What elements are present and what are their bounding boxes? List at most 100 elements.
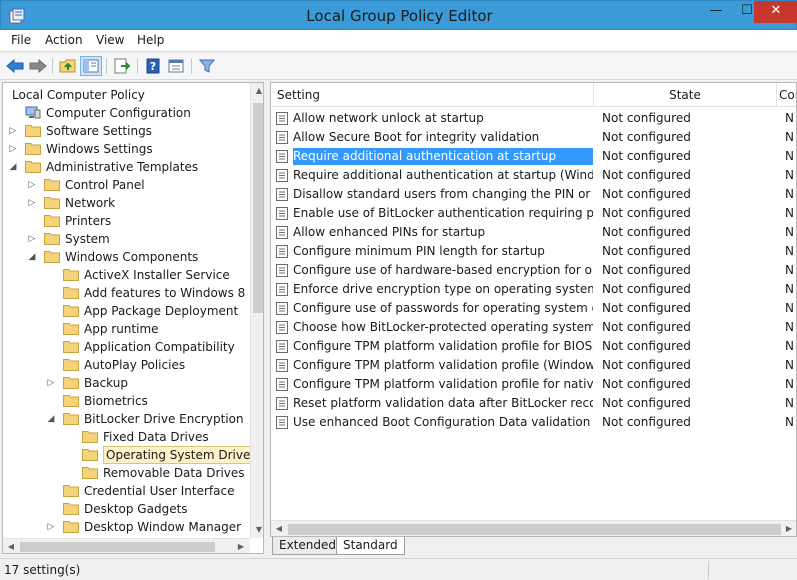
tree-item[interactable]: Desktop Gadgets bbox=[3, 500, 248, 518]
tree-item-label: Control Panel bbox=[65, 178, 145, 192]
state-cell: Not configured bbox=[602, 225, 691, 239]
collapsed-arrow-icon[interactable]: ▷ bbox=[46, 521, 56, 533]
tree-item[interactable]: Operating System Drives bbox=[3, 446, 260, 464]
console-tree-pane[interactable]: Local Computer Policy Computer Configurat… bbox=[2, 82, 264, 554]
expanded-arrow-icon[interactable]: ◢ bbox=[27, 251, 37, 263]
table-row[interactable]: Enforce drive encryption type on operati… bbox=[271, 280, 796, 299]
comment-cell: N bbox=[785, 130, 794, 144]
scroll-down-arrow-icon[interactable]: ▼ bbox=[251, 522, 263, 538]
tree-item[interactable]: ▷ System bbox=[3, 230, 248, 248]
minimize-button[interactable]: — bbox=[701, 1, 731, 23]
table-row[interactable]: Use enhanced Boot Configuration Data val… bbox=[271, 413, 796, 432]
scroll-left-arrow-icon[interactable]: ◀ bbox=[271, 521, 287, 536]
tree-item[interactable]: ▷ Control Panel bbox=[3, 176, 248, 194]
table-row[interactable]: Configure use of hardware-based encrypti… bbox=[271, 261, 796, 280]
policy-setting-icon bbox=[276, 207, 288, 220]
tree-vertical-scrollbar[interactable]: ▲ ▼ bbox=[250, 83, 263, 538]
table-row[interactable]: Configure use of passwords for operating… bbox=[271, 299, 796, 318]
collapsed-arrow-icon[interactable]: ▷ bbox=[27, 233, 37, 245]
tree-item-label: Network bbox=[65, 196, 116, 210]
scroll-right-arrow-icon[interactable]: ▶ bbox=[233, 539, 249, 553]
scroll-up-arrow-icon[interactable]: ▲ bbox=[251, 83, 263, 99]
policy-setting-icon bbox=[276, 264, 288, 277]
tree-item[interactable]: App runtime bbox=[3, 320, 248, 338]
tree-item[interactable]: Credential User Interface bbox=[3, 482, 248, 500]
state-cell: Not configured bbox=[602, 339, 691, 353]
menu-action[interactable]: Action bbox=[45, 33, 83, 47]
tree-item[interactable]: ▷ Software Settings bbox=[3, 122, 248, 140]
tree-item-label: Operating System Drives bbox=[103, 446, 260, 464]
tree-item[interactable]: AutoPlay Policies bbox=[3, 356, 248, 374]
tree-item[interactable]: ◢ Administrative Templates bbox=[3, 158, 248, 176]
tree-item[interactable]: ▷ Backup bbox=[3, 374, 248, 392]
tree-item[interactable]: Fixed Data Drives bbox=[3, 428, 248, 446]
scroll-right-arrow-icon[interactable]: ▶ bbox=[781, 521, 796, 536]
table-row[interactable]: Configure TPM platform validation profil… bbox=[271, 337, 796, 356]
tab-standard[interactable]: Standard bbox=[336, 537, 405, 555]
table-row[interactable]: Allow network unlock at startup Not confi… bbox=[271, 109, 796, 128]
tree-item[interactable]: Application Compatibility bbox=[3, 338, 248, 356]
table-row[interactable]: Require additional authentication at sta… bbox=[271, 147, 796, 166]
table-row[interactable]: Disallow standard users from changing th… bbox=[271, 185, 796, 204]
forward-button[interactable] bbox=[27, 56, 49, 76]
column-header-comment[interactable]: Comm bbox=[777, 83, 796, 107]
tree-item[interactable]: ◢ BitLocker Drive Encryption bbox=[3, 410, 248, 428]
tree-item[interactable]: ▷ Network bbox=[3, 194, 248, 212]
menu-file[interactable]: File bbox=[11, 33, 31, 47]
expanded-arrow-icon[interactable]: ◢ bbox=[8, 161, 18, 173]
collapsed-arrow-icon[interactable]: ▷ bbox=[27, 197, 37, 209]
export-list-button[interactable] bbox=[111, 56, 133, 76]
tree-item[interactable]: Computer Configuration bbox=[3, 104, 248, 122]
filter-icon bbox=[199, 59, 215, 73]
table-row[interactable]: Configure TPM platform validation profil… bbox=[271, 356, 796, 375]
expanded-arrow-icon[interactable]: ◢ bbox=[46, 413, 56, 425]
tab-extended[interactable]: Extended bbox=[272, 537, 343, 555]
tree-item[interactable]: Removable Data Drives bbox=[3, 464, 248, 482]
collapsed-arrow-icon[interactable]: ▷ bbox=[8, 125, 18, 137]
tree-item[interactable]: ActiveX Installer Service bbox=[3, 266, 248, 284]
forward-arrow-icon bbox=[29, 59, 47, 73]
help-icon: ? bbox=[146, 58, 160, 74]
properties-button[interactable] bbox=[165, 56, 187, 76]
back-button[interactable] bbox=[4, 56, 26, 76]
collapsed-arrow-icon[interactable]: ▷ bbox=[27, 179, 37, 191]
tree-item[interactable]: ▷ Desktop Window Manager bbox=[3, 518, 248, 536]
list-horizontal-scrollbar[interactable]: ◀ ▶ bbox=[271, 520, 796, 536]
table-row[interactable]: Configure minimum PIN length for startup… bbox=[271, 242, 796, 261]
menu-view[interactable]: View bbox=[96, 33, 124, 47]
tree-item[interactable]: ◢ Windows Components bbox=[3, 248, 248, 266]
tree-item[interactable]: Add features to Windows 8 bbox=[3, 284, 248, 302]
table-row[interactable]: Reset platform validation data after Bit… bbox=[271, 394, 796, 413]
column-header-state[interactable]: State bbox=[594, 83, 777, 107]
scroll-left-arrow-icon[interactable]: ◀ bbox=[3, 539, 19, 553]
tree-item[interactable]: Local Computer Policy bbox=[3, 86, 248, 104]
tree-item[interactable]: App Package Deployment bbox=[3, 302, 248, 320]
menu-help[interactable]: Help bbox=[137, 33, 164, 47]
tree-item[interactable]: Printers bbox=[3, 212, 248, 230]
show-hide-console-tree-button[interactable] bbox=[80, 56, 102, 76]
collapsed-arrow-icon[interactable]: ▷ bbox=[8, 143, 18, 155]
close-button[interactable]: ✕ bbox=[754, 1, 797, 23]
tree-vertical-scroll-thumb[interactable] bbox=[253, 103, 263, 313]
filter-button[interactable] bbox=[196, 56, 218, 76]
folder-icon bbox=[63, 359, 79, 371]
table-row[interactable]: Configure TPM platform validation profil… bbox=[271, 375, 796, 394]
up-one-level-button[interactable] bbox=[57, 56, 79, 76]
collapsed-arrow-icon[interactable]: ▷ bbox=[46, 377, 56, 389]
tree-item[interactable]: Biometrics bbox=[3, 392, 248, 410]
table-row[interactable]: Require additional authentication at sta… bbox=[271, 166, 796, 185]
table-row[interactable]: Allow enhanced PINs for startup Not confi… bbox=[271, 223, 796, 242]
list-horizontal-scroll-thumb[interactable] bbox=[288, 524, 781, 535]
help-button[interactable]: ? bbox=[142, 56, 164, 76]
comment-cell: N bbox=[785, 244, 794, 258]
table-row[interactable]: Allow Secure Boot for integrity validati… bbox=[271, 128, 796, 147]
table-row[interactable]: Enable use of BitLocker authentication r… bbox=[271, 204, 796, 223]
tree-horizontal-scrollbar[interactable]: ◀ ▶ bbox=[3, 538, 250, 553]
setting-cell: Configure minimum PIN length for startup bbox=[293, 244, 545, 258]
settings-list-pane[interactable]: Setting State Comm Allow network unlock … bbox=[270, 82, 797, 537]
tree-horizontal-scroll-thumb[interactable] bbox=[20, 542, 215, 552]
comment-cell: N bbox=[785, 206, 794, 220]
column-header-setting[interactable]: Setting bbox=[271, 83, 594, 107]
table-row[interactable]: Choose how BitLocker-protected operating… bbox=[271, 318, 796, 337]
tree-item[interactable]: ▷ Windows Settings bbox=[3, 140, 248, 158]
